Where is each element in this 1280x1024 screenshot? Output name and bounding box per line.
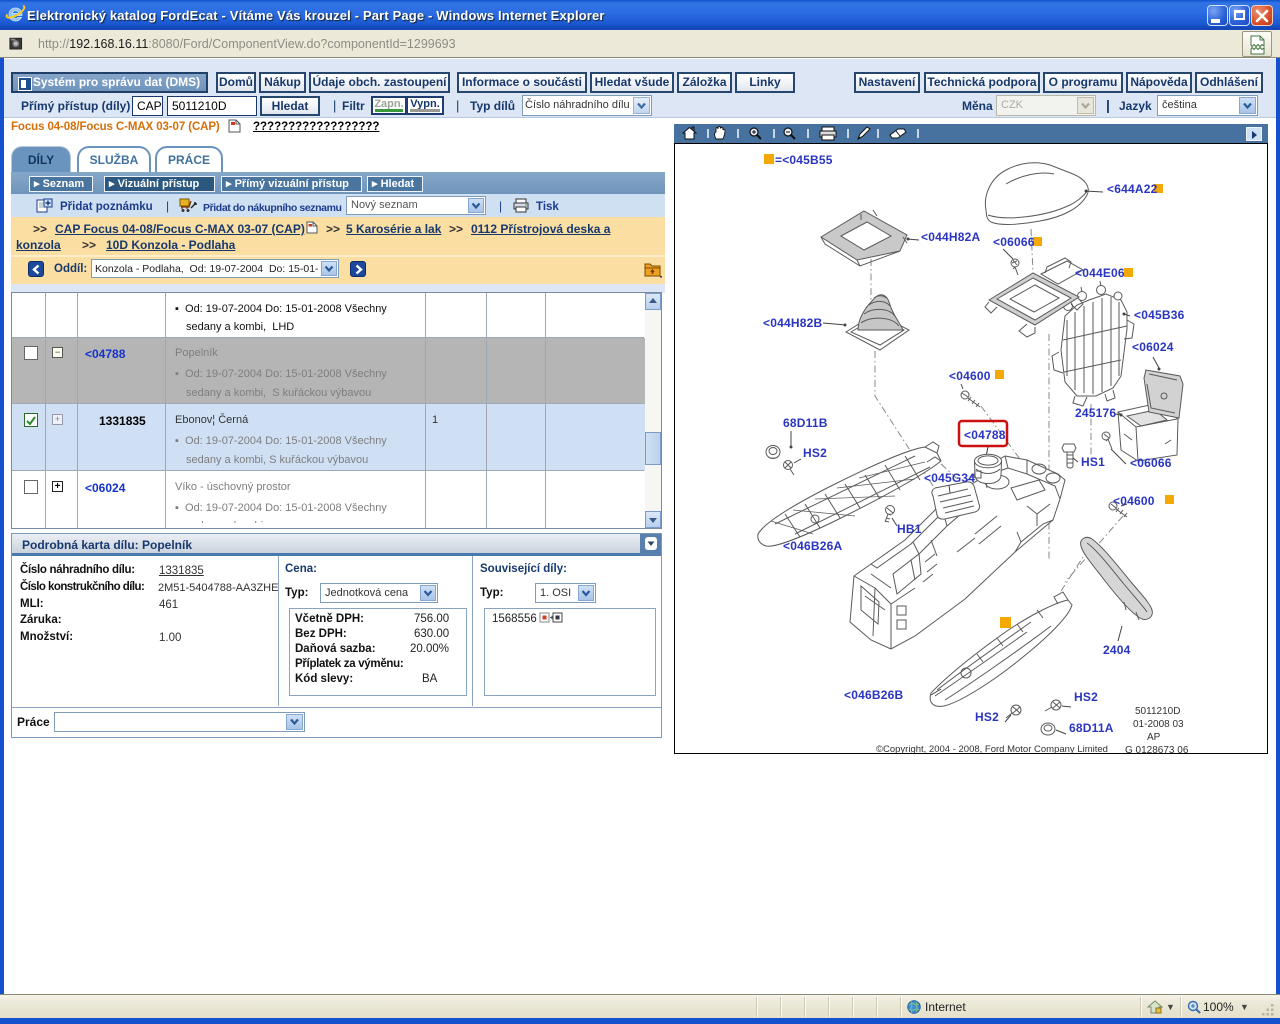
svg-text:<04600: <04600 [949, 369, 991, 383]
svg-text:245176: 245176 [1075, 406, 1116, 420]
svg-text:=<045B55: =<045B55 [775, 153, 833, 167]
svg-text:<044H82A: <044H82A [921, 230, 980, 244]
svg-text:<04788: <04788 [964, 428, 1006, 442]
svg-text:HS2: HS2 [1074, 690, 1098, 704]
svg-text:<06066: <06066 [993, 235, 1035, 249]
svg-text:<044H82B: <044H82B [763, 316, 822, 330]
svg-text:©Copyright, 2004 - 2008, Ford: ©Copyright, 2004 - 2008, Ford Motor Comp… [876, 744, 1108, 753]
svg-text:HB1: HB1 [897, 522, 922, 536]
svg-text:HS1: HS1 [1081, 455, 1105, 469]
svg-text:5011210D: 5011210D [1135, 706, 1180, 717]
svg-text:2404: 2404 [1103, 643, 1131, 657]
svg-text:<644A22: <644A22 [1107, 182, 1158, 196]
svg-text:HS2: HS2 [975, 710, 999, 724]
svg-text:<046B26A: <046B26A [783, 539, 842, 553]
svg-text:G 0128673 06: G 0128673 06 [1125, 745, 1189, 753]
svg-text:<045G34: <045G34 [924, 471, 975, 485]
svg-text:68D11B: 68D11B [783, 416, 828, 430]
svg-text:<044E06: <044E06 [1075, 266, 1125, 280]
svg-text:<04600: <04600 [1113, 494, 1155, 508]
svg-text:01-2008 03: 01-2008 03 [1133, 719, 1184, 730]
svg-text:<046B26B: <046B26B [844, 688, 903, 702]
svg-text:68D11A: 68D11A [1069, 721, 1114, 735]
svg-text:<06024: <06024 [1132, 340, 1174, 354]
svg-text:HS2: HS2 [803, 446, 827, 460]
svg-text:<06066: <06066 [1130, 456, 1172, 470]
svg-text:AP: AP [1147, 732, 1161, 743]
svg-text:<045B36: <045B36 [1134, 308, 1185, 322]
